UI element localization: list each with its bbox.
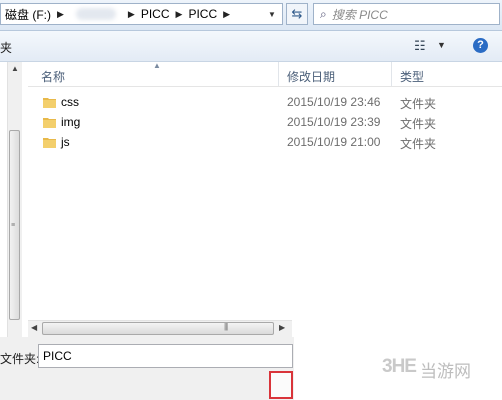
- sort-ascending-icon: ▲: [153, 61, 161, 70]
- breadcrumb-drive[interactable]: 磁盘 (F:): [1, 6, 55, 23]
- breadcrumb-picc-parent[interactable]: PICC: [137, 7, 174, 21]
- views-dropdown-icon[interactable]: ▼: [437, 40, 446, 50]
- folder-icon: [43, 98, 56, 108]
- blurred-path-segment: [75, 8, 116, 20]
- file-name[interactable]: css: [61, 95, 79, 109]
- nav-vertical-scrollbar[interactable]: ▲ ≡ ▼: [7, 62, 22, 337]
- column-header-row: ▲ 名称 修改日期 类型: [28, 61, 502, 87]
- list-item[interactable]: img 2015/10/19 23:39 文件夹: [28, 113, 502, 132]
- search-input[interactable]: ⌕ 搜索 PICC: [313, 3, 500, 25]
- views-icon[interactable]: ☷: [414, 38, 426, 54]
- scrollbar-corner: [8, 320, 22, 336]
- chevron-right-icon[interactable]: ▶: [174, 9, 185, 20]
- command-toolbar: 夹 ☷ ▼ ?: [0, 31, 502, 62]
- new-folder-button[interactable]: 夹: [0, 39, 12, 56]
- column-type[interactable]: 类型: [400, 68, 424, 85]
- folder-name-input[interactable]: [38, 344, 293, 368]
- folder-field-label: 文件夹:: [0, 352, 40, 366]
- file-list[interactable]: ▲ 名称 修改日期 类型 css 2015/10/19 23:46 文件夹 im…: [28, 61, 502, 318]
- file-name[interactable]: js: [61, 135, 70, 149]
- help-icon[interactable]: ?: [473, 38, 488, 53]
- column-divider[interactable]: [278, 62, 279, 86]
- file-type: 文件夹: [400, 97, 437, 111]
- search-placeholder: 搜索 PICC: [331, 7, 388, 22]
- grip-icon: ≡: [11, 222, 16, 229]
- column-divider[interactable]: [391, 62, 392, 86]
- file-date: 2015/10/19 23:39: [287, 115, 381, 129]
- scrollbar-thumb[interactable]: [42, 322, 274, 335]
- chevron-right-icon[interactable]: ▶: [221, 9, 232, 20]
- file-type: 文件夹: [400, 117, 437, 131]
- watermark-text: 当游网: [420, 362, 471, 381]
- column-date[interactable]: 修改日期: [287, 68, 335, 85]
- list-item[interactable]: js 2015/10/19 21:00 文件夹: [28, 133, 502, 152]
- file-date: 2015/10/19 21:00: [287, 135, 381, 149]
- grip-icon: |||: [224, 322, 228, 331]
- chevron-right-icon[interactable]: ▶: [55, 9, 66, 20]
- refresh-icon[interactable]: ⇆: [286, 3, 308, 25]
- file-type: 文件夹: [400, 137, 437, 151]
- address-toolbar: 磁盘 (F:) ▶ ▶ PICC ▶ PICC ▶ ▼ ⇆ ⌕ 搜索 PICC: [0, 0, 502, 31]
- file-name[interactable]: img: [61, 115, 80, 129]
- list-horizontal-scrollbar[interactable]: ◀ ||| ▶: [28, 320, 292, 337]
- column-name[interactable]: 名称: [41, 68, 65, 85]
- chevron-right-icon[interactable]: ▶: [126, 9, 137, 20]
- search-icon: ⌕: [320, 6, 327, 21]
- breadcrumb-picc[interactable]: PICC: [184, 7, 221, 21]
- address-history-dropdown[interactable]: ▼: [261, 3, 283, 25]
- list-item[interactable]: css 2015/10/19 23:46 文件夹: [28, 93, 502, 112]
- address-bar[interactable]: 磁盘 (F:) ▶ ▶ PICC ▶ PICC ▶: [0, 3, 283, 25]
- scroll-up-icon[interactable]: ▲: [11, 64, 19, 73]
- scroll-right-icon[interactable]: ▶: [279, 323, 285, 332]
- folder-icon: [43, 138, 56, 148]
- scroll-left-icon[interactable]: ◀: [31, 323, 37, 332]
- watermark-logo: 3HE: [382, 356, 417, 377]
- file-date: 2015/10/19 23:46: [287, 95, 381, 109]
- folder-icon: [43, 118, 56, 128]
- highlighted-button[interactable]: [269, 371, 293, 399]
